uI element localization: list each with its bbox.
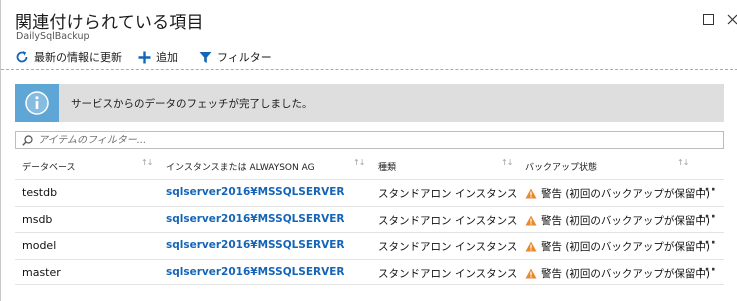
backup-status-text: 警告 (初回のバックアップが保留中): [541, 241, 711, 253]
table-row[interactable]: model sqlserver2016¥MSSQLSERVER スタンドアロン …: [15, 232, 724, 259]
type-cell: スタンドアロン インスタンス: [378, 214, 518, 227]
maximize-icon: [702, 13, 714, 25]
blade-header: 関連付けられている項目 DailySqlBackup: [15, 6, 737, 42]
page-subtitle: DailySqlBackup: [16, 31, 90, 42]
grid-header: データベース ↑↓ インスタンスまたは ALWAYSON AG ↑↓ 種類 ↑↓…: [15, 153, 724, 179]
backup-status-text: 警告 (初回のバックアップが保留中): [541, 188, 711, 200]
column-label-backup-status: バックアップ状態: [525, 163, 598, 173]
more-options-button[interactable]: ···: [698, 262, 717, 278]
page-title: 関連付けられている項目: [15, 13, 204, 33]
backup-status-cell: 警告 (初回のバックアップが保留中): [525, 239, 710, 254]
column-header-database[interactable]: データベース: [22, 160, 76, 173]
close-icon: [727, 14, 737, 24]
refresh-label: 最新の情報に更新: [34, 51, 122, 64]
associated-items-blade: 関連付けられている項目 DailySqlBackup 最新の情報に更新 追加 フ…: [0, 0, 737, 301]
instance-link[interactable]: sqlserver2016¥MSSQLSERVER: [166, 186, 345, 198]
items-grid: データベース ↑↓ インスタンスまたは ALWAYSON AG ↑↓ 種類 ↑↓…: [15, 153, 724, 285]
backup-status-cell: 警告 (初回のバックアップが保留中): [525, 266, 710, 281]
maximize-button[interactable]: [700, 11, 716, 27]
database-cell: testdb: [22, 186, 58, 199]
more-options-button[interactable]: ···: [698, 209, 717, 225]
warning-icon: [525, 215, 537, 225]
column-label-database: データベース: [22, 163, 76, 173]
info-banner-message: サービスからのデータのフェッチが完了しました。: [71, 98, 313, 110]
refresh-icon: [16, 51, 28, 63]
info-banner: サービスからのデータのフェッチが完了しました。: [15, 84, 724, 122]
column-header-instance[interactable]: インスタンスまたは ALWAYSON AG: [166, 160, 315, 173]
instance-link[interactable]: sqlserver2016¥MSSQLSERVER: [166, 239, 345, 251]
database-cell: model: [22, 239, 57, 252]
search-icon: [22, 135, 33, 146]
info-icon: [25, 91, 49, 115]
filter-label: フィルター: [217, 51, 272, 64]
table-row[interactable]: msdb sqlserver2016¥MSSQLSERVER スタンドアロン イ…: [15, 205, 724, 233]
add-button[interactable]: 追加: [138, 48, 178, 66]
sort-database-icon[interactable]: ↑↓: [141, 158, 153, 167]
item-filter-box[interactable]: [15, 131, 724, 149]
sort-backup-status-icon[interactable]: ↑↓: [677, 158, 689, 167]
close-button[interactable]: [724, 11, 737, 27]
warning-icon: [525, 241, 537, 252]
backup-status-cell: 警告 (初回のバックアップが保留中): [525, 186, 710, 201]
add-label: 追加: [156, 51, 178, 64]
backup-status-text: 警告 (初回のバックアップが保留中): [541, 267, 711, 280]
type-cell: スタンドアロン インスタンス: [378, 188, 518, 200]
table-row[interactable]: testdb sqlserver2016¥MSSQLSERVER スタンドアロン…: [15, 179, 724, 206]
column-label-type: 種類: [378, 163, 397, 173]
more-options-button[interactable]: ···: [698, 235, 717, 251]
database-cell: master: [22, 265, 61, 279]
column-header-type[interactable]: 種類: [378, 160, 396, 173]
type-cell: スタンドアロン インスタンス: [378, 241, 518, 253]
warning-icon: [525, 268, 537, 278]
sort-type-icon[interactable]: ↑↓: [501, 158, 513, 167]
warning-icon: [525, 188, 537, 199]
column-label-instance: インスタンスまたは ALWAYSON AG: [166, 163, 315, 173]
database-cell: msdb: [22, 212, 53, 226]
instance-link[interactable]: sqlserver2016¥MSSQLSERVER: [166, 266, 345, 278]
item-filter-input[interactable]: [38, 133, 718, 147]
sort-instance-icon[interactable]: ↑↓: [353, 158, 365, 167]
plus-icon: [138, 51, 151, 63]
more-options-button[interactable]: ···: [698, 182, 717, 198]
command-bar: 最新の情報に更新 追加 フィルター: [1, 44, 737, 70]
table-row[interactable]: master sqlserver2016¥MSSQLSERVER スタンドアロン…: [15, 258, 724, 285]
funnel-icon: [199, 51, 212, 63]
instance-link[interactable]: sqlserver2016¥MSSQLSERVER: [166, 213, 345, 225]
backup-status-cell: 警告 (初回のバックアップが保留中): [525, 213, 710, 228]
filter-button[interactable]: フィルター: [199, 48, 272, 66]
column-header-backup-status[interactable]: バックアップ状態: [525, 160, 597, 173]
info-icon-box: [15, 84, 59, 122]
refresh-button[interactable]: 最新の情報に更新: [15, 48, 122, 66]
backup-status-text: 警告 (初回のバックアップが保留中): [541, 214, 711, 227]
type-cell: スタンドアロン インスタンス: [378, 267, 518, 280]
